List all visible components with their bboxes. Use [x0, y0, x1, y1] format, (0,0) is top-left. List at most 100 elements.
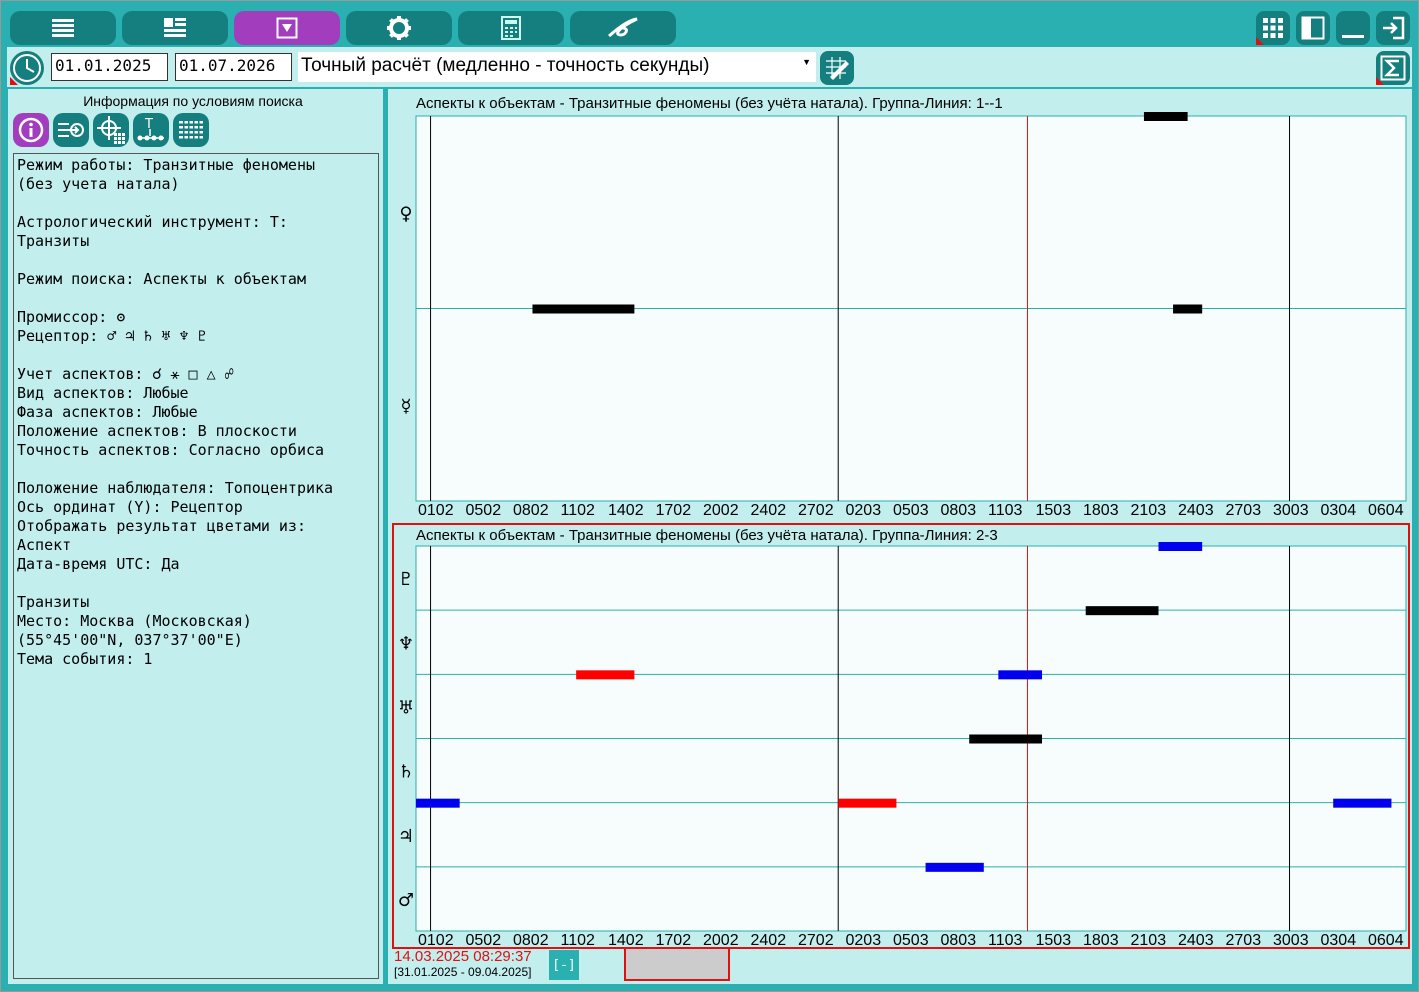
x-tick-label: 2702	[798, 932, 834, 947]
red-corner-marker	[1256, 37, 1264, 45]
aspect-bar	[838, 798, 897, 808]
x-tick-label: 1702	[656, 502, 692, 519]
minimize-icon	[1342, 35, 1364, 38]
controls-bar: 01.01.2025 01.07.2026 Точный расчёт (мед…	[7, 47, 1412, 87]
row-label: ♅	[398, 697, 414, 718]
x-tick-label: 0503	[893, 502, 929, 519]
row-label: ♀	[399, 203, 412, 224]
visible-range: [31.01.2025 - 09.04.2025]	[394, 965, 532, 979]
x-tick-label: 1103	[988, 502, 1023, 519]
timeline-scroll-thumb[interactable]	[624, 949, 730, 981]
x-tick-label: 2103	[1131, 502, 1167, 519]
aspect-bar	[998, 670, 1043, 680]
keyboard-button[interactable]	[173, 113, 209, 147]
x-tick-label: 3003	[1273, 502, 1309, 519]
x-tick-label: 1102	[561, 932, 596, 947]
x-tick-label: 0503	[893, 932, 929, 947]
x-tick-label: 0304	[1321, 502, 1357, 519]
date-from-field[interactable]: 01.01.2025	[51, 53, 168, 81]
x-tick-label: 0802	[513, 932, 549, 947]
x-tick-label: 0803	[941, 502, 977, 519]
x-tick-label: 2703	[1226, 932, 1262, 947]
x-tick-label: 2703	[1226, 502, 1262, 519]
x-tick-label: 0502	[466, 932, 502, 947]
row-label: ♆	[398, 633, 414, 654]
filter-button[interactable]	[234, 11, 340, 45]
x-tick-label: 1803	[1083, 502, 1119, 519]
minimize-button[interactable]	[1336, 11, 1370, 45]
row-label: ☿	[400, 396, 411, 417]
main-toolbar	[1, 1, 1418, 47]
calculator-button[interactable]	[458, 11, 564, 45]
aspect-bar	[1143, 112, 1188, 121]
list-button[interactable]	[10, 11, 116, 45]
search-info-panel: Информация по условиям поиска T Режим ра…	[8, 89, 383, 984]
x-tick-label: 2402	[751, 932, 787, 947]
x-tick-label: 0604	[1368, 932, 1404, 947]
x-tick-label: 1103	[988, 932, 1023, 947]
exit-icon	[1383, 16, 1405, 40]
panel-title: Информация по условиям поиска	[83, 93, 303, 109]
x-tick-label: 2002	[703, 502, 739, 519]
x-tick-label: 2103	[1131, 932, 1167, 947]
export-icon	[58, 123, 84, 137]
list-icon	[52, 19, 74, 37]
panels-button[interactable]	[122, 11, 228, 45]
filter-icon	[276, 17, 298, 39]
aspect-bar	[1085, 606, 1159, 616]
swirl-button[interactable]	[570, 11, 676, 45]
x-tick-label: 1503	[1036, 932, 1072, 947]
timeline-chart-1: Аспекты к объектам - Транзитные феномены…	[392, 89, 1410, 521]
date-to-field[interactable]: 01.07.2026	[175, 53, 292, 81]
x-tick-label: 1402	[608, 932, 644, 947]
dropdown-arrow-icon: ▼	[802, 57, 811, 67]
red-corner-marker	[1376, 77, 1384, 85]
x-tick-label: 1803	[1083, 932, 1119, 947]
pencil-grid-icon	[826, 57, 849, 80]
timeline-button[interactable]: T	[133, 113, 169, 147]
x-tick-label: 2002	[703, 932, 739, 947]
timeline-icon: T	[137, 117, 164, 141]
x-tick-label: 0203	[846, 932, 882, 947]
settings-button[interactable]	[346, 11, 452, 45]
svg-text:T: T	[144, 117, 153, 132]
aspect-bar	[1173, 304, 1203, 314]
target-grid-button[interactable]	[93, 113, 129, 147]
info-icon	[18, 117, 44, 143]
x-tick-label: 1503	[1036, 502, 1072, 519]
charts-panel: Аспекты к объектам - Транзитные феномены…	[388, 89, 1412, 984]
edit-chart-button[interactable]	[820, 51, 854, 85]
aspect-bar	[532, 304, 635, 314]
x-tick-label: 0102	[418, 932, 454, 947]
red-corner-marker	[10, 77, 18, 85]
x-tick-label: 3003	[1273, 932, 1309, 947]
app-window: 01.01.2025 01.07.2026 Точный расчёт (мед…	[0, 0, 1419, 992]
aspect-bar	[1158, 542, 1203, 551]
x-tick-label: 0502	[466, 502, 502, 519]
x-tick-label: 2403	[1178, 932, 1214, 947]
keyboard-icon	[179, 121, 203, 139]
cursor-datetime: 14.03.2025 08:29:37	[394, 948, 532, 965]
calc-mode-value: Точный расчёт (медленно - точность секун…	[301, 55, 710, 76]
aspect-bar	[576, 670, 635, 680]
collapse-button[interactable]: [-]	[549, 950, 579, 980]
swirl-icon	[608, 17, 638, 38]
x-tick-label: 2403	[1178, 502, 1214, 519]
sidebar-toggle-button[interactable]	[1296, 11, 1330, 45]
x-tick-label: 2402	[751, 502, 787, 519]
x-tick-label: 2702	[798, 502, 834, 519]
calculator-icon	[501, 16, 521, 40]
x-tick-label: 0604	[1368, 502, 1404, 519]
timeline-chart-2[interactable]: Аспекты к объектам - Транзитные феномены…	[392, 523, 1410, 949]
gear-icon	[387, 16, 411, 40]
row-label: ♇	[398, 569, 414, 590]
sidebar-icon	[1301, 16, 1325, 40]
target-grid-icon	[97, 116, 125, 144]
info-button[interactable]	[13, 113, 49, 147]
x-tick-label: 1702	[656, 932, 692, 947]
calc-mode-select[interactable]: Точный расчёт (медленно - точность секун…	[298, 52, 816, 82]
export-button[interactable]	[53, 113, 89, 147]
row-label: ♂	[398, 890, 414, 911]
panels-icon	[164, 18, 186, 37]
exit-button[interactable]	[1376, 11, 1410, 45]
